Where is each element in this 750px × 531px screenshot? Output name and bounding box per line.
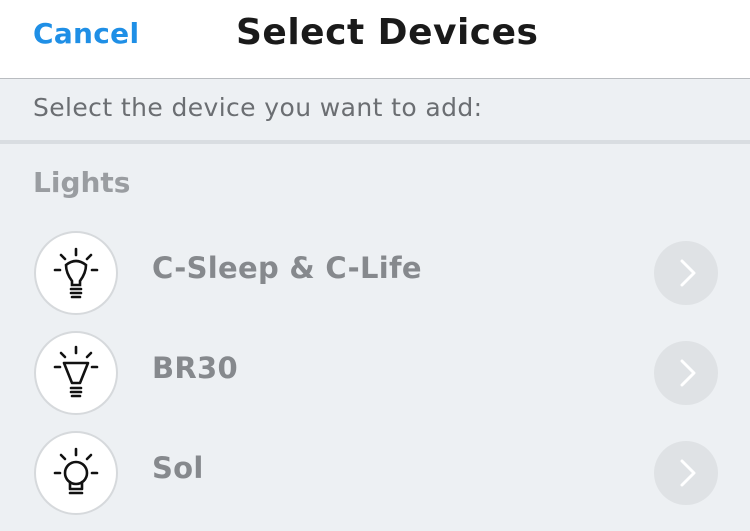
chevron-right-icon[interactable] [654, 241, 718, 305]
lightbulb-icon [34, 231, 118, 315]
cancel-button[interactable]: Cancel [33, 17, 139, 50]
instruction-bar: Select the device you want to add: [0, 79, 750, 144]
page-title: Select Devices [236, 12, 539, 53]
device-label: BR30 [152, 351, 238, 385]
navigation-bar: Cancel Select Devices [0, 0, 750, 79]
device-row-sol[interactable]: Sol [0, 431, 750, 531]
device-row-br30[interactable]: BR30 [0, 331, 750, 431]
instruction-text: Select the device you want to add: [33, 93, 483, 122]
chevron-right-icon[interactable] [654, 441, 718, 505]
device-label: Sol [152, 451, 204, 485]
device-label: C-Sleep & C-Life [152, 251, 422, 285]
device-row-c-sleep[interactable]: C-Sleep & C-Life [0, 231, 750, 331]
section-header-lights: Lights [33, 166, 131, 199]
flood-bulb-icon [34, 331, 118, 415]
globe-bulb-icon [34, 431, 118, 515]
chevron-right-icon[interactable] [654, 341, 718, 405]
